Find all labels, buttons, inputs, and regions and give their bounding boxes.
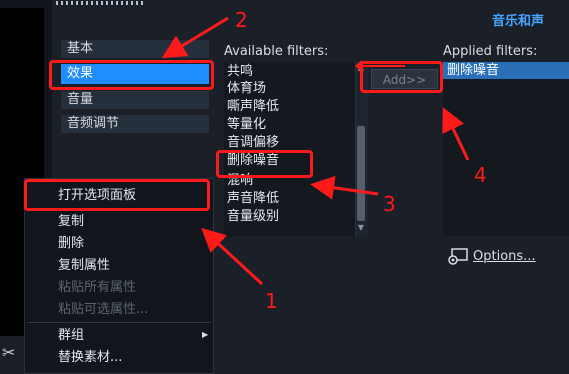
annotation-number-3: 3 (383, 192, 396, 216)
menu-item-replace-clip[interactable]: 替换素材... (58, 348, 122, 368)
category-basic[interactable]: 基本 (61, 40, 209, 58)
menu-item-group[interactable]: 群组 (58, 326, 84, 346)
drag-handle[interactable] (56, 1, 146, 5)
annotation-number-4: 4 (474, 163, 487, 187)
menu-item-paste-all-attributes: 粘贴所有属性 (58, 280, 137, 295)
submenu-arrow-icon: ▶ (202, 330, 209, 339)
menu-item-copy[interactable]: 复制 (58, 212, 84, 232)
annotation-box-2 (49, 60, 214, 90)
filter-item[interactable]: 共鸣 (227, 63, 253, 80)
scroll-thumb[interactable] (357, 126, 365, 221)
applied-filters-list[interactable] (443, 62, 569, 236)
filter-item[interactable]: 体育场 (227, 80, 266, 97)
menu-item-paste-selected-attributes: 粘贴可选属性... (58, 302, 149, 317)
menu-item-copy-attributes[interactable]: 复制属性 (58, 256, 110, 276)
filter-item[interactable]: 嘶声降低 (227, 98, 279, 115)
options-button[interactable]: Options... (473, 249, 536, 264)
scroll-down-icon[interactable]: ▼ (356, 223, 366, 233)
filter-item[interactable]: 音调偏移 (227, 134, 279, 151)
scissors-icon[interactable]: ✂ (2, 344, 20, 362)
filter-item[interactable]: 等量化 (227, 116, 266, 133)
annotation-box-4 (360, 61, 443, 93)
category-audio-adjust[interactable]: 音频调节 (61, 115, 209, 133)
filter-item[interactable]: 音量级别 (227, 208, 279, 225)
annotation-number-2: 2 (235, 8, 248, 32)
menu-separator (27, 322, 211, 323)
applied-filter-item[interactable]: 删除噪音 (447, 63, 499, 79)
annotation-box-1 (24, 179, 210, 211)
annotation-box-3 (216, 150, 313, 178)
applied-filters-label: Applied filters: (443, 44, 538, 59)
filter-item[interactable]: 声音降低 (227, 190, 279, 207)
available-filters-label: Available filters: (224, 44, 329, 59)
panel-title: 音乐和声 (492, 14, 545, 29)
menu-item-delete[interactable]: 删除 (58, 234, 84, 254)
category-volume[interactable]: 音量 (61, 91, 209, 109)
options-icon[interactable] (447, 248, 469, 266)
annotation-number-1: 1 (265, 289, 278, 313)
